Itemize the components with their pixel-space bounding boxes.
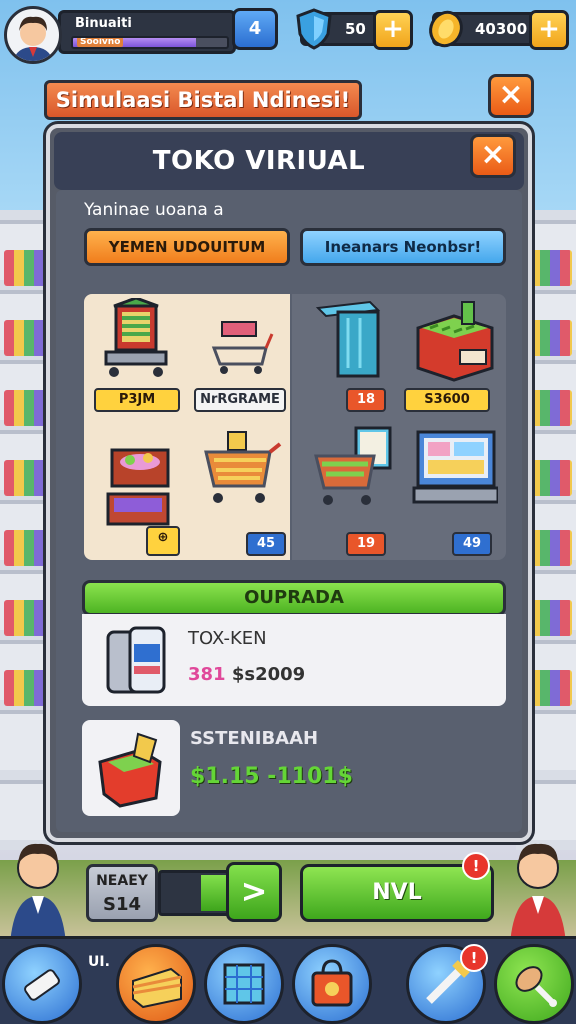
right-shopkeeper-character bbox=[510, 843, 566, 944]
game-title-banner: Simulaasi Bistal Ndinesi! bbox=[44, 80, 362, 120]
nav-label: UI. bbox=[88, 954, 110, 970]
item-vending-cart[interactable]: P3JM bbox=[84, 294, 188, 426]
nav-item-food[interactable] bbox=[494, 944, 574, 1024]
kiosk-icon bbox=[412, 430, 498, 504]
player-name: Binuaiti bbox=[75, 16, 132, 31]
shield-icon bbox=[296, 8, 332, 50]
left-shopkeeper-character bbox=[10, 843, 66, 944]
add-shield-button[interactable]: + bbox=[373, 10, 413, 50]
product-card[interactable]: TOX-KEN 381 $s2009 bbox=[82, 614, 506, 706]
coin-counter: 40300 + bbox=[429, 10, 569, 50]
vending-cart-icon bbox=[104, 298, 168, 377]
product-can-icon bbox=[106, 626, 166, 694]
item-grid: P3JM NrRGRAME 18 S3600 ⊕ 45 19 49 bbox=[84, 294, 506, 560]
product-price-rest: $s2009 bbox=[231, 664, 306, 685]
stat-value: S14 bbox=[102, 894, 141, 915]
display-shelf-icon bbox=[315, 300, 381, 378]
item-price-tag: NrRGRAME bbox=[194, 388, 286, 412]
item-shopping-cart-small[interactable]: NrRGRAME bbox=[188, 294, 292, 426]
coin-icon: ⊕ bbox=[157, 530, 169, 545]
item-price-tag: 45 bbox=[246, 532, 286, 556]
top-hud: Binuaiti Sooivno 4 50 + 40300 + bbox=[0, 4, 576, 64]
item-price-tag: 19 bbox=[346, 532, 386, 556]
item-price-tag: 49 bbox=[452, 532, 492, 556]
product-name: TOX-KEN bbox=[188, 628, 267, 649]
stat-box: NEAEY S14 bbox=[86, 864, 158, 922]
produce-crate-icon bbox=[416, 301, 494, 382]
panel-subtitle: Yaninae uoana a bbox=[84, 200, 224, 220]
bottom-nav bbox=[0, 936, 576, 1024]
shield-value: 50 bbox=[345, 20, 366, 38]
profile-bar[interactable]: Binuaiti Sooivno bbox=[58, 10, 236, 54]
bonus-card[interactable] bbox=[82, 720, 180, 816]
add-coin-button[interactable]: + bbox=[529, 10, 569, 50]
tools-alert-badge: ! bbox=[460, 944, 488, 972]
item-produce-crate[interactable]: S3600 bbox=[402, 294, 506, 426]
shopping-cart-icon bbox=[211, 321, 274, 374]
cart-screen-icon bbox=[314, 426, 392, 505]
item-price-tag: 18 bbox=[346, 388, 386, 412]
cake-icon bbox=[132, 967, 182, 1009]
item-kiosk-terminal[interactable]: 49 bbox=[402, 422, 506, 556]
level-up-badge: ! bbox=[462, 852, 490, 880]
tab-secondary[interactable]: Ineanars Neonbsr! bbox=[300, 228, 506, 266]
player-avatar[interactable] bbox=[4, 6, 62, 64]
product-price-highlight: 381 bbox=[188, 664, 226, 685]
coin-value: 40300 bbox=[475, 20, 528, 38]
panel-title: TOKO VIRIUAL bbox=[152, 146, 366, 176]
banner-close-button[interactable]: × bbox=[488, 74, 534, 118]
eraser-icon bbox=[24, 969, 60, 1001]
item-cart-with-screen[interactable]: 19 bbox=[300, 422, 404, 556]
gift-basket-icon bbox=[98, 732, 162, 808]
nav-item-cake[interactable] bbox=[116, 944, 196, 1024]
full-cart-icon bbox=[204, 431, 282, 503]
shield-counter: 50 + bbox=[296, 8, 413, 50]
product-price: 381 $s2009 bbox=[188, 664, 305, 685]
drumstick-icon bbox=[515, 966, 557, 1007]
item-fruit-box[interactable]: ⊕ bbox=[84, 422, 188, 556]
section-header: OUPRADA bbox=[82, 580, 506, 616]
item-price-tag: P3JM bbox=[94, 388, 180, 412]
panel-close-button[interactable]: × bbox=[470, 134, 516, 178]
storage-box-icon bbox=[223, 963, 265, 1005]
nav-item-shopping[interactable] bbox=[292, 944, 372, 1024]
item-full-cart[interactable]: 45 bbox=[188, 422, 292, 556]
panel-header: TOKO VIRIUAL bbox=[54, 132, 524, 190]
nav-item-eraser[interactable] bbox=[2, 944, 82, 1024]
tab-primary[interactable]: YEMEN UDOUITUM bbox=[84, 228, 290, 266]
coin-icon bbox=[429, 10, 463, 48]
stat-label: NEAEY bbox=[96, 873, 148, 889]
level-button[interactable]: 4 bbox=[232, 8, 278, 50]
xp-label: Sooivno bbox=[77, 38, 124, 47]
bonus-name: SSTENIBAAH bbox=[190, 728, 319, 749]
store-panel: TOKO VIRIUAL × Yaninae uoana a YEMEN UDO… bbox=[46, 124, 532, 842]
shopping-bag-icon bbox=[311, 959, 353, 1007]
xp-bar: Sooivno bbox=[71, 36, 229, 49]
item-price-tag: ⊕ bbox=[146, 526, 180, 556]
item-display-shelf[interactable]: 18 bbox=[300, 294, 404, 426]
bonus-price: $1.15 -1101$ bbox=[190, 764, 353, 789]
item-price-tag: S3600 bbox=[404, 388, 490, 412]
next-button[interactable]: > bbox=[226, 862, 282, 922]
nav-item-storage[interactable] bbox=[204, 944, 284, 1024]
